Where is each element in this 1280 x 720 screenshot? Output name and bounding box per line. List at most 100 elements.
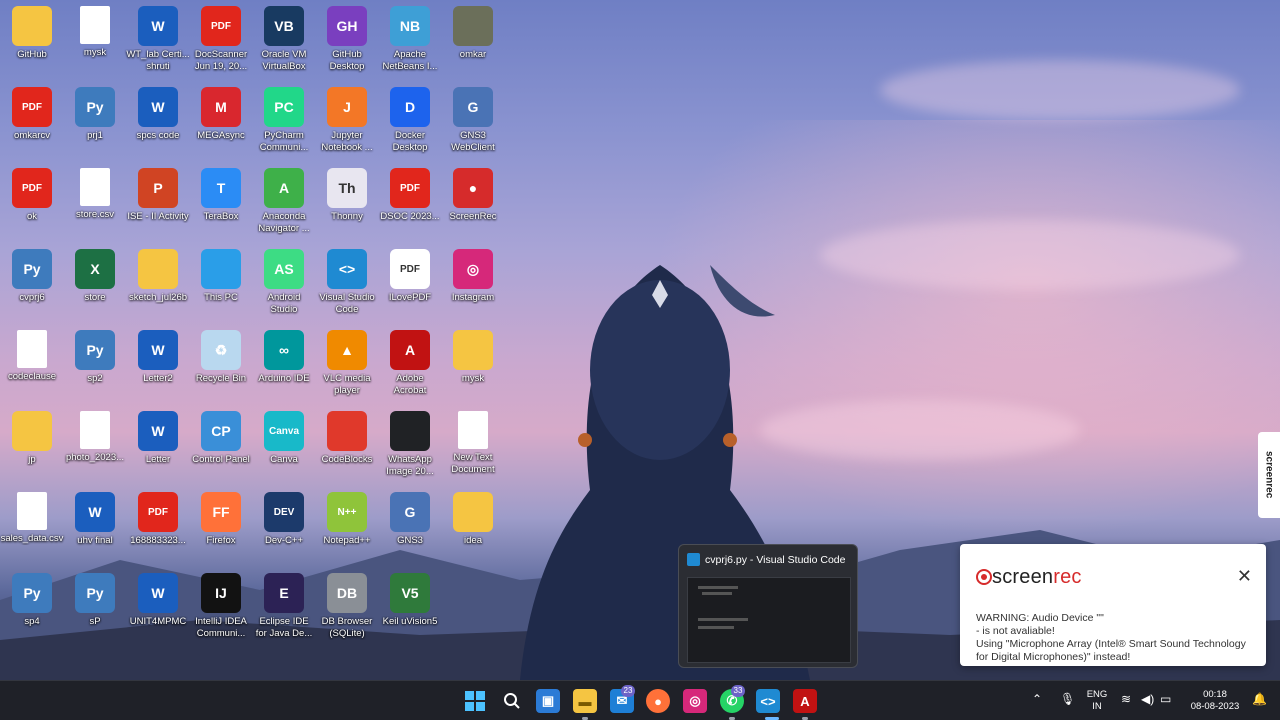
- vscode-icon: [687, 553, 700, 566]
- preview-thumbnail[interactable]: [687, 577, 851, 663]
- excel-icon: X: [75, 249, 115, 289]
- warning-line: WARNING: Audio Device "": [976, 612, 1104, 624]
- vscode-window-preview[interactable]: cvprj6.py - Visual Studio Code: [678, 544, 858, 668]
- arduino-icon: ∞: [264, 330, 304, 370]
- windows-start-icon[interactable]: [463, 689, 487, 713]
- desktop-icon-label: ScreenRec: [449, 211, 497, 222]
- desktop-icon[interactable]: mysk: [433, 330, 513, 410]
- notepadpp-icon: N++: [327, 492, 367, 532]
- desktop-icon-label: Instagram: [451, 292, 495, 303]
- vlc-icon: ▲: [327, 330, 367, 370]
- github-desktop-icon: GH: [327, 6, 367, 46]
- folder-icon: [12, 6, 52, 46]
- preview-title: cvprj6.py - Visual Studio Code: [705, 554, 846, 566]
- language-code: ENG: [1086, 689, 1108, 700]
- canva-icon: Canva: [264, 411, 304, 451]
- desktop-icon-label: idea: [464, 535, 482, 546]
- acrobat-icon[interactable]: A: [793, 689, 817, 713]
- region-code: IN: [1092, 701, 1102, 712]
- search-icon[interactable]: [500, 689, 524, 713]
- docker-icon: D: [390, 87, 430, 127]
- devcpp-icon: DEV: [264, 492, 304, 532]
- code-lines: [698, 618, 748, 621]
- pdf-icon: PDF: [138, 492, 178, 532]
- clock-time: 00:18: [1203, 689, 1227, 700]
- document-icon: [17, 330, 47, 368]
- desktop-icon-label: omkar: [459, 49, 487, 60]
- code-lines: [698, 626, 734, 629]
- desktop-icon-label: New Text Document: [451, 452, 495, 475]
- blank-file-icon: [17, 492, 47, 530]
- language-indicator[interactable]: ENG IN: [1084, 689, 1110, 713]
- word-icon: W: [138, 573, 178, 613]
- netbeans-icon: NB: [390, 6, 430, 46]
- codeblocks-icon: [327, 411, 367, 451]
- desktop-icon[interactable]: omkar: [433, 6, 513, 86]
- wifi-icon[interactable]: ≋: [1121, 693, 1131, 705]
- thonny-icon: Th: [327, 168, 367, 208]
- gns3-icon: G: [453, 87, 493, 127]
- recycle-bin-icon: ♻: [201, 330, 241, 370]
- pdf-icon: PDF: [390, 168, 430, 208]
- file-explorer-icon[interactable]: ▬: [573, 689, 597, 713]
- notification-bell-icon[interactable]: 🔔: [1252, 693, 1267, 705]
- record-icon: [976, 569, 992, 585]
- clock[interactable]: 00:18 08-08-2023: [1184, 689, 1246, 713]
- word-icon: W: [138, 87, 178, 127]
- powerpoint-icon: P: [138, 168, 178, 208]
- code-lines: [698, 586, 738, 589]
- instagram-icon: ◎: [453, 249, 493, 289]
- android-studio-icon: AS: [264, 249, 304, 289]
- gns3-icon: G: [390, 492, 430, 532]
- image-file-icon: [390, 411, 430, 451]
- screenrec-notification: screenrec ✕ WARNING: Audio Device "" - i…: [960, 544, 1266, 666]
- python-file-icon: Py: [12, 249, 52, 289]
- desktop-icon-label: mysk: [461, 373, 485, 384]
- desktop-icon-label: Keil uVision5: [382, 616, 438, 627]
- pycharm-icon: PC: [264, 87, 304, 127]
- virtualbox-icon: VB: [264, 6, 304, 46]
- desktop-icon[interactable]: idea: [433, 492, 513, 572]
- vscode-icon: <>: [327, 249, 367, 289]
- taskbar: ▣ ▬ ✉ 23 ● ◎ ✆ 33 <> A ⌃ 🎙 ENG IN ≋ ◀) ▭…: [0, 680, 1280, 720]
- desktop-icon-label: GNS3 WebClient: [451, 130, 495, 153]
- desktop-icon[interactable]: G GNS3 WebClient: [433, 87, 513, 167]
- python-file-icon: Py: [12, 573, 52, 613]
- screenrec-logo: screenrec: [976, 566, 1082, 589]
- folder-icon: [138, 249, 178, 289]
- word-icon: W: [138, 6, 178, 46]
- pdf-icon: PDF: [201, 6, 241, 46]
- microphone-icon[interactable]: 🎙: [1060, 693, 1075, 705]
- screenrec-side-tab[interactable]: screenrec: [1258, 432, 1280, 518]
- whatsapp-badge: 33: [731, 685, 745, 697]
- store-icon[interactable]: ▣: [536, 689, 560, 713]
- firefox-icon[interactable]: ●: [646, 689, 670, 713]
- chevron-up-icon[interactable]: ⌃: [1032, 693, 1042, 705]
- intellij-icon: IJ: [201, 573, 241, 613]
- close-icon[interactable]: ✕: [1237, 566, 1252, 587]
- monitor-icon: [201, 249, 241, 289]
- desktop-icon[interactable]: New Text Document: [433, 411, 513, 491]
- blank-file-icon: [80, 6, 110, 44]
- folder-icon: [12, 411, 52, 451]
- keil-icon: V5: [390, 573, 430, 613]
- desktop-icon[interactable]: V5 Keil uVision5: [370, 573, 450, 653]
- warning-line: - is not avaliable!: [976, 625, 1055, 637]
- wallpaper-cloud: [880, 60, 1240, 120]
- instagram-icon[interactable]: ◎: [683, 689, 707, 713]
- volume-icon[interactable]: ◀): [1141, 693, 1154, 705]
- word-icon: W: [75, 492, 115, 532]
- firefox-icon: FF: [201, 492, 241, 532]
- word-icon: W: [138, 330, 178, 370]
- terabox-icon: T: [201, 168, 241, 208]
- text-file-icon: [80, 168, 110, 206]
- desktop-icon[interactable]: ● ScreenRec: [433, 168, 513, 248]
- vscode-icon[interactable]: <>: [756, 689, 780, 713]
- screenrec-icon: ●: [453, 168, 493, 208]
- text-file-icon: [458, 411, 488, 449]
- desktop-icon[interactable]: ◎ Instagram: [433, 249, 513, 329]
- battery-icon[interactable]: ▭: [1160, 693, 1171, 705]
- clock-date: 08-08-2023: [1190, 701, 1240, 712]
- mega-icon: M: [201, 87, 241, 127]
- pdf-icon: PDF: [12, 168, 52, 208]
